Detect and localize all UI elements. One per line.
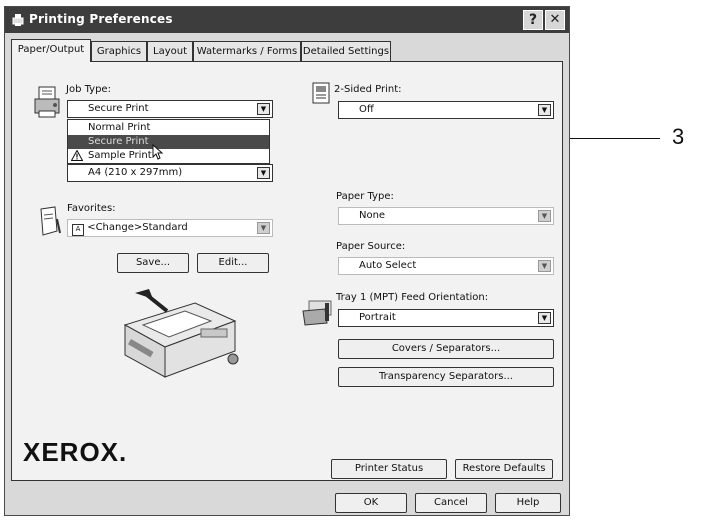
restore-defaults-button[interactable]: Restore Defaults [455, 459, 553, 479]
chevron-down-icon: ▼ [257, 222, 270, 234]
option-sample-print-label: Sample Print [88, 150, 152, 161]
tray-orientation-icon [302, 300, 332, 326]
title-bar[interactable]: Printing Preferences ? ✕ [5, 7, 569, 33]
chevron-down-icon[interactable]: ▼ [538, 312, 551, 324]
mouse-cursor-icon [152, 144, 164, 160]
paper-source-label: Paper Source: [336, 241, 406, 252]
window-title: Printing Preferences [29, 12, 173, 26]
transparency-separators-button[interactable]: Transparency Separators... [338, 367, 554, 387]
chevron-down-icon[interactable]: ▼ [538, 260, 551, 272]
help-title-button[interactable]: ? [523, 10, 543, 30]
chevron-down-icon[interactable]: ▼ [538, 104, 551, 116]
save-button[interactable]: Save... [117, 253, 189, 273]
job-type-icon [34, 86, 60, 118]
job-type-value: Secure Print [88, 103, 149, 114]
paper-size-select[interactable]: A4 (210 x 297mm) ▼ [67, 164, 273, 182]
option-sample-print[interactable]: Sample Print [68, 149, 269, 163]
favorites-icon [40, 206, 61, 236]
cancel-button[interactable]: Cancel [415, 493, 487, 513]
callout-number: 3 [672, 124, 685, 149]
tab-detailed-settings[interactable]: Detailed Settings [301, 41, 391, 61]
favorites-label: Favorites: [67, 203, 116, 214]
chevron-down-icon[interactable]: ▼ [257, 103, 270, 115]
duplex-icon [312, 82, 330, 104]
two-sided-label: 2-Sided Print: [334, 84, 402, 95]
chevron-down-icon[interactable]: ▼ [257, 167, 270, 179]
job-type-dropdown-list: Normal Print Secure Print Sample Print [67, 119, 270, 164]
warning-icon [71, 150, 83, 161]
two-sided-value: Off [359, 104, 374, 115]
paper-type-value: None [359, 210, 386, 221]
tray-orientation-value: Portrait [359, 312, 396, 323]
tab-paper-output[interactable]: Paper/Output [11, 39, 91, 62]
paper-type-select[interactable]: None ▼ [338, 207, 554, 225]
tab-watermarks-forms[interactable]: Watermarks / Forms [193, 41, 301, 61]
job-type-select[interactable]: Secure Print ▼ [67, 100, 273, 118]
tab-graphics[interactable]: Graphics [91, 41, 147, 61]
edit-button[interactable]: Edit... [197, 253, 269, 273]
printer-illustration [123, 289, 239, 378]
help-button[interactable]: Help [495, 493, 561, 513]
paper-source-value: Auto Select [359, 260, 417, 271]
two-sided-select[interactable]: Off ▼ [338, 101, 554, 119]
option-normal-print[interactable]: Normal Print [68, 121, 269, 135]
printing-preferences-window: Printing Preferences ? ✕ Paper/Output Gr… [4, 6, 570, 516]
printer-app-icon [12, 14, 24, 26]
favorites-select[interactable]: A <Change>Standard ▼ [67, 219, 273, 237]
paper-size-value: A4 (210 x 297mm) [88, 167, 183, 178]
chevron-down-icon[interactable]: ▼ [538, 210, 551, 222]
ok-button[interactable]: OK [335, 493, 407, 513]
option-secure-print[interactable]: Secure Print [68, 135, 269, 149]
tray-orientation-select[interactable]: Portrait ▼ [338, 309, 554, 327]
favorites-value: <Change>Standard [87, 222, 188, 233]
tray-orientation-label: Tray 1 (MPT) Feed Orientation: [336, 292, 489, 303]
job-type-label: Job Type: [66, 84, 111, 95]
printer-status-button[interactable]: Printer Status [331, 459, 447, 479]
covers-separators-button[interactable]: Covers / Separators... [338, 339, 554, 359]
paper-source-select[interactable]: Auto Select ▼ [338, 257, 554, 275]
favorites-lock-icon: A [72, 224, 84, 236]
paper-type-label: Paper Type: [336, 191, 394, 202]
tab-layout[interactable]: Layout [147, 41, 193, 61]
xerox-logo: XEROX. [23, 437, 128, 467]
close-button[interactable]: ✕ [545, 10, 565, 30]
